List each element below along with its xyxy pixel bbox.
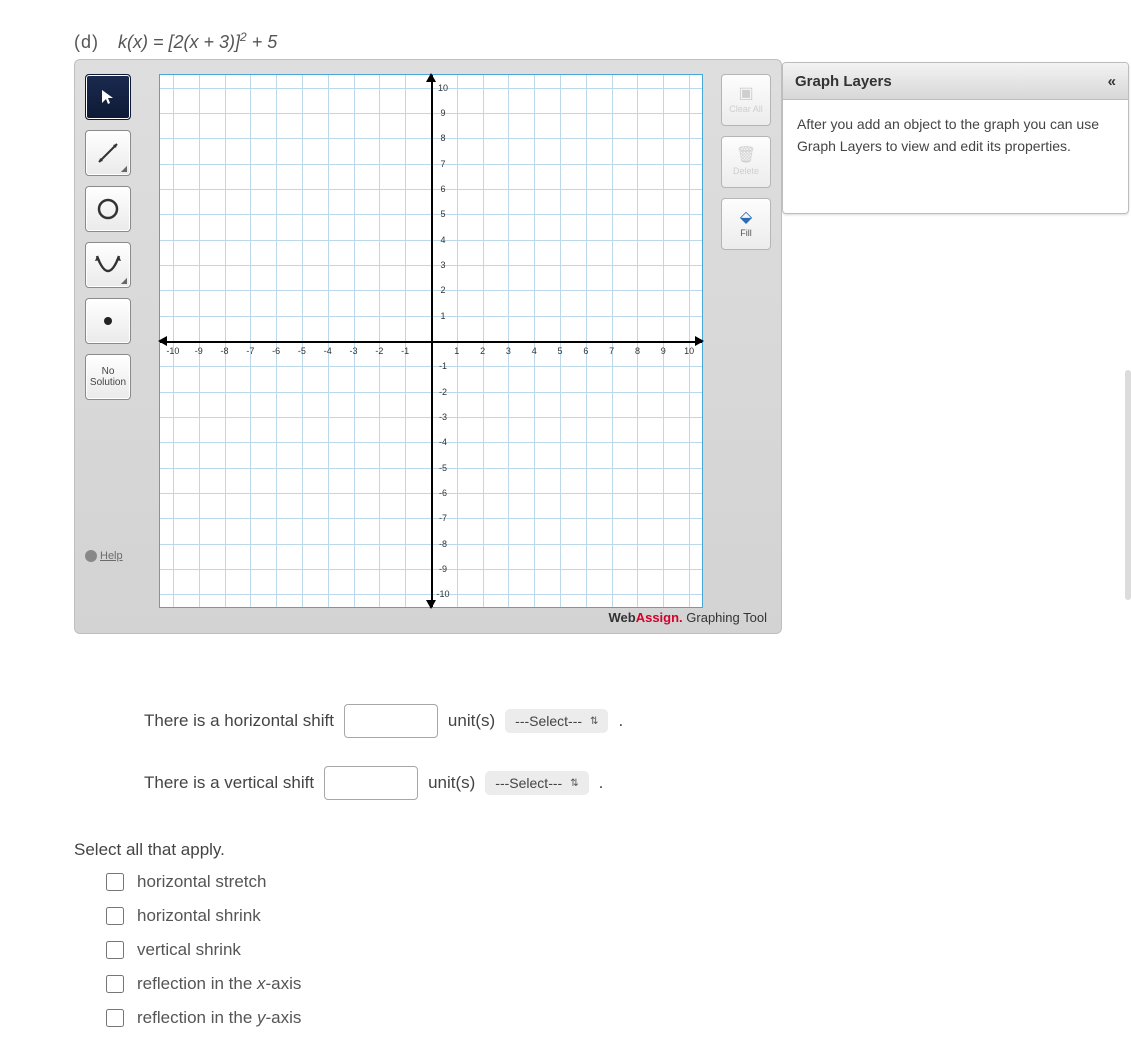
help-label: Help [100,550,123,562]
brand-rest: Graphing Tool [683,610,767,625]
apply-option-label: horizontal shrink [137,906,261,926]
graph-layers-title: Graph Layers [795,73,892,90]
apply-option-label: reflection in the y-axis [137,1008,301,1028]
apply-option-label: horizontal stretch [137,872,266,892]
apply-option[interactable]: horizontal stretch [102,870,1131,894]
graph-layers-hint: After you add an object to the graph you… [783,100,1128,171]
action-column: ▣ Clear All 🗑 Delete ⬙ Fill [721,74,771,250]
vertical-shift-row: There is a vertical shift unit(s) ---Sel… [144,766,1131,800]
tool-column: ◢ ◢ No Solution Help [85,74,131,562]
parabola-icon [93,251,123,279]
vshift-period: . [599,773,604,793]
hshift-period: . [618,711,623,731]
line-tool-button[interactable]: ◢ [85,130,131,176]
clear-all-label: Clear All [729,104,763,114]
hshift-direction-select[interactable]: ---Select--- ⇅ [505,709,608,733]
apply-option[interactable]: reflection in the y-axis [102,1006,1131,1030]
vshift-units: unit(s) [428,773,475,793]
hshift-label: There is a horizontal shift [144,711,334,731]
apply-option-label: vertical shrink [137,940,241,960]
apply-checkbox[interactable] [106,907,124,925]
pointer-icon [99,88,117,106]
apply-title: Select all that apply. [74,840,1131,860]
graphing-tool-panel: ◢ ◢ No Solution Help -10-9 [74,59,782,634]
vshift-select-value: ---Select--- [495,775,562,791]
apply-option-label: reflection in the x-axis [137,974,301,994]
pointer-tool-button[interactable] [85,74,131,120]
clear-all-button[interactable]: ▣ Clear All [721,74,771,126]
page-scrollbar[interactable] [1125,370,1131,600]
delete-button[interactable]: 🗑 Delete [721,136,771,188]
fill-label: Fill [740,228,752,238]
caret-icon: ⇅ [590,716,598,727]
apply-checkbox[interactable] [106,941,124,959]
circle-icon [95,196,121,222]
apply-checkbox[interactable] [106,1009,124,1027]
no-solution-button[interactable]: No Solution [85,354,131,400]
help-link[interactable]: Help [85,550,131,562]
apply-option[interactable]: vertical shrink [102,938,1131,962]
branding: WebAssign. Graphing Tool [608,610,767,625]
brand-web: Web [608,610,635,625]
line-icon [94,139,122,167]
point-icon [101,314,115,328]
graph-layers-panel: Graph Layers « After you add an object t… [782,62,1129,214]
vshift-direction-select[interactable]: ---Select--- ⇅ [485,771,588,795]
delete-label: Delete [733,166,759,176]
apply-checkbox[interactable] [106,975,124,993]
question-part: (d) [74,32,99,52]
select-all-apply: Select all that apply. horizontal stretc… [74,840,1131,1030]
hshift-select-value: ---Select--- [515,713,582,729]
point-tool-button[interactable] [85,298,131,344]
vshift-input[interactable] [324,766,418,800]
question-function: k(x) = [2(x + 3)]2 + 5 [118,32,277,52]
horizontal-shift-row: There is a horizontal shift unit(s) ---S… [144,704,1131,738]
clear-all-icon: ▣ [738,86,753,102]
coordinate-grid[interactable]: -10-9-8-7-6-5-4-3-2-11234567891010987654… [159,74,703,608]
circle-tool-button[interactable] [85,186,131,232]
brand-assign: Assign. [636,610,683,625]
no-solution-label: No Solution [90,366,126,388]
hshift-input[interactable] [344,704,438,738]
apply-option[interactable]: horizontal shrink [102,904,1131,928]
fill-button[interactable]: ⬙ Fill [721,198,771,250]
apply-checkbox[interactable] [106,873,124,891]
question-label: (d) k(x) = [2(x + 3)]2 + 5 [74,30,1131,53]
collapse-icon[interactable]: « [1108,73,1116,90]
parabola-tool-button[interactable]: ◢ [85,242,131,288]
vshift-label: There is a vertical shift [144,773,314,793]
trash-icon: 🗑 [736,148,756,164]
fill-icon: ⬙ [740,210,752,226]
caret-icon: ⇅ [570,778,578,789]
apply-option[interactable]: reflection in the x-axis [102,972,1131,996]
globe-icon [85,550,97,562]
hshift-units: unit(s) [448,711,495,731]
